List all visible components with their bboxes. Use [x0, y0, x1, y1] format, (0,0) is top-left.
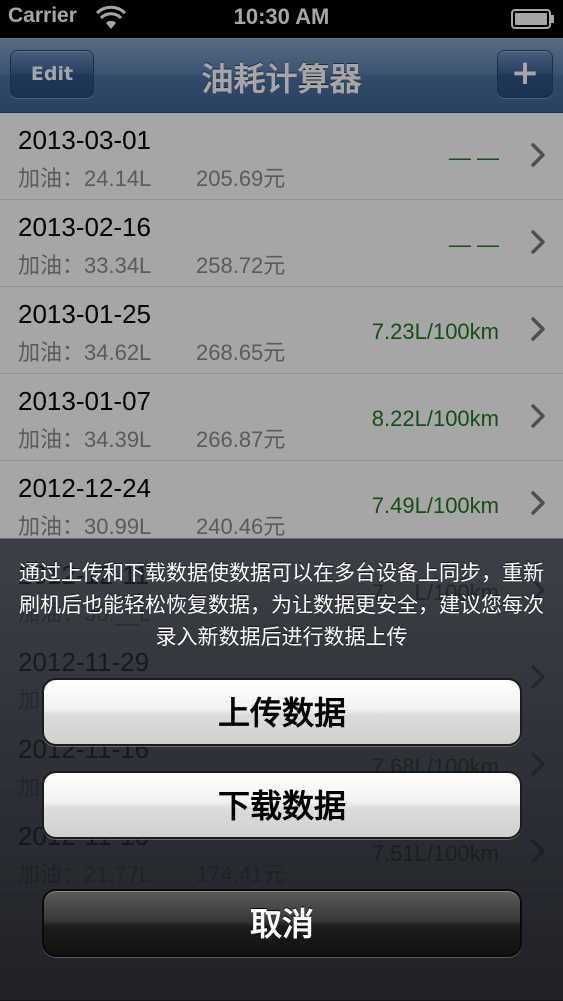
action-sheet: 通过上传和下载数据使数据可以在多台设备上同步，重新刷机后也能轻松恢复数据，为让数… — [0, 538, 563, 1001]
cancel-button[interactable]: 取消 — [42, 889, 522, 957]
action-sheet-message: 通过上传和下载数据使数据可以在多台设备上同步，重新刷机后也能轻松恢复数据，为让数… — [19, 561, 544, 649]
download-data-button[interactable]: 下载数据 — [42, 771, 522, 839]
upload-data-button[interactable]: 上传数据 — [42, 678, 522, 746]
